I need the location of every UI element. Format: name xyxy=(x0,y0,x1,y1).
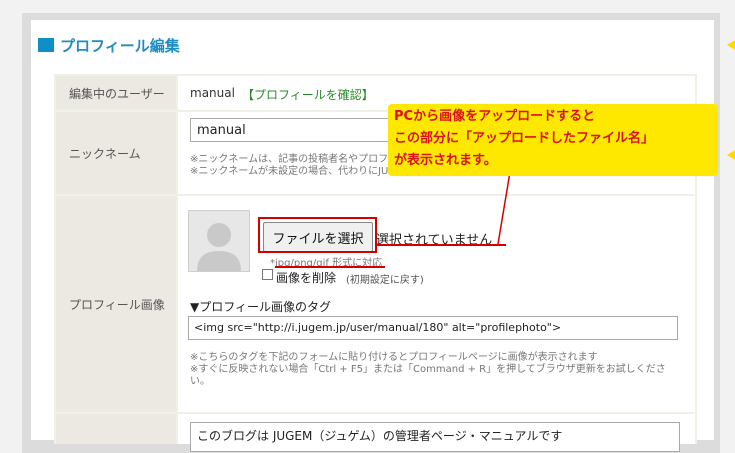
image-tag-input[interactable]: <img src="http://i.jugem.jp/user/manual/… xyxy=(188,316,678,340)
image-tag-note-2: ※すぐに反映されない場合「Ctrl + F5」または「Command + R」を… xyxy=(190,364,666,375)
nickname-label: ニックネーム xyxy=(56,112,176,194)
delete-image-label: 画像を削除 xyxy=(276,271,337,285)
image-tag-note-3: い。 xyxy=(190,376,210,387)
bio-value-cell: このブログは JUGEM（ジュゲム）の管理者ページ・マニュアルです xyxy=(178,414,695,452)
bio-textarea[interactable]: このブログは JUGEM（ジュゲム）の管理者ページ・マニュアルです xyxy=(190,422,680,452)
image-tag-heading: ▼プロフィール画像のタグ xyxy=(190,300,331,314)
image-tag-note-1: ※こちらのタグを下記のフォームに貼り付けるとプロフィールページに画像が表示されま… xyxy=(190,352,598,363)
confirm-profile-link[interactable]: 【プロフィールを確認】 xyxy=(242,86,374,103)
avatar-placeholder xyxy=(188,210,250,272)
formats-underline xyxy=(275,266,385,268)
delete-image-checkbox[interactable] xyxy=(262,269,273,280)
nickname-note-1: ※ニックネームは、記事の投稿者名やプロフ xyxy=(190,154,389,165)
user-label: 編集中のユーザー xyxy=(56,76,176,110)
side-arrow-icon-bottom xyxy=(727,150,735,160)
side-arrow-icon-top xyxy=(727,40,735,50)
delete-image-note: (初期設定に戻す) xyxy=(346,275,424,286)
highlight-file-button xyxy=(258,217,377,253)
username: manual xyxy=(190,86,235,100)
section-marker xyxy=(38,38,54,52)
bio-row: このブログは JUGEM（ジュゲム）の管理者ページ・マニュアルです xyxy=(56,414,695,452)
annotation-callout: PCから画像をアップロードすると この部分に「アップロードしたファイル名」 が表… xyxy=(388,104,718,176)
profile-image-label: プロフィール画像 xyxy=(56,196,176,412)
callout-line-1: PCから画像をアップロードすると xyxy=(394,109,596,124)
callout-line-2: この部分に「アップロードしたファイル名」 xyxy=(394,131,655,146)
bio-label xyxy=(56,414,176,444)
section-title: プロフィール編集 xyxy=(60,36,180,55)
nickname-note-2: ※ニックネームが未設定の場合、代わりにJUGEM xyxy=(190,166,412,177)
callout-line-3: が表示されます。 xyxy=(394,153,497,168)
section-header: プロフィール編集 xyxy=(38,36,180,55)
nickname-input[interactable]: manual xyxy=(190,118,400,142)
avatar-silhouette-icon xyxy=(197,223,241,271)
callout-pointer-line xyxy=(497,171,511,245)
